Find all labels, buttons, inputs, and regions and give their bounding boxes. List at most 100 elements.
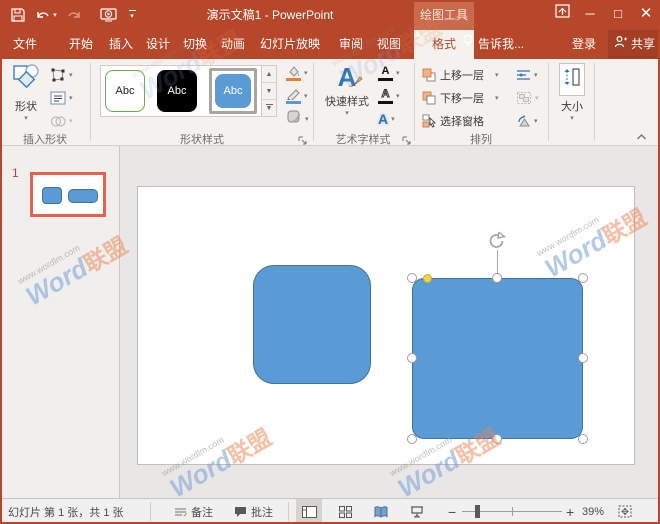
shape-effects-button[interactable]: ▾ [286, 109, 309, 129]
tab-slideshow[interactable]: 幻灯片放映 [252, 30, 328, 59]
resize-handle-bottom-left[interactable] [407, 434, 417, 444]
zoom-slider-thumb[interactable] [475, 505, 480, 518]
fit-to-window-icon [618, 505, 632, 518]
rotate-button[interactable]: ▾ [516, 111, 538, 131]
undo-dropdown-icon[interactable]: ▾ [50, 5, 60, 25]
bring-forward-button[interactable]: 上移一层 ▾ [422, 65, 499, 85]
gallery-down-icon[interactable]: ▼ [262, 83, 276, 100]
shape-fill-button[interactable]: ▾ [286, 63, 308, 83]
window-title: 演示文稿1 - PowerPoint [175, 0, 365, 30]
slideshow-view-button[interactable] [404, 499, 430, 524]
tab-transitions[interactable]: 切换 [174, 30, 216, 59]
tab-review[interactable]: 审阅 [330, 30, 372, 59]
share-label: 共享 [631, 30, 655, 59]
resize-handle-middle-right[interactable] [578, 353, 588, 363]
tab-home[interactable]: 开始 [60, 30, 102, 59]
resize-handle-bottom-middle[interactable] [492, 434, 502, 444]
comments-label: 批注 [251, 504, 273, 520]
fit-to-window-button[interactable] [612, 499, 638, 524]
comments-icon [234, 506, 247, 518]
shape-style-swatch-1[interactable]: Abc [105, 70, 145, 112]
rounded-rectangle-left[interactable] [253, 265, 371, 384]
text-fill-button[interactable]: A ▾ [378, 63, 400, 83]
resize-handle-middle-left[interactable] [407, 353, 417, 363]
collapse-ribbon-icon[interactable] [636, 133, 647, 143]
reading-view-button[interactable] [368, 499, 394, 524]
resize-handle-top-middle[interactable] [492, 273, 502, 283]
text-box-button[interactable]: ▾ [50, 88, 73, 108]
gallery-more-icon[interactable]: ▼ [262, 100, 276, 116]
notes-button[interactable]: 备注 [174, 499, 213, 524]
shape-effects-icon [286, 109, 302, 129]
maximize-icon[interactable]: □ [604, 0, 632, 30]
undo-icon[interactable] [32, 5, 52, 25]
tab-design[interactable]: 设计 [137, 30, 179, 59]
resize-handle-top-right[interactable] [578, 273, 588, 283]
resize-handle-bottom-right[interactable] [578, 434, 588, 444]
send-backward-icon [422, 91, 437, 105]
send-backward-button[interactable]: 下移一层 ▾ [422, 88, 499, 108]
resize-handle-top-left[interactable] [407, 273, 417, 283]
zoom-out-button[interactable]: − [448, 499, 456, 524]
zoom-in-button[interactable]: + [566, 499, 574, 524]
slide-sorter-view-button[interactable] [332, 499, 358, 524]
align-button[interactable]: ▾ [516, 65, 538, 85]
tab-file[interactable]: 文件 [4, 30, 46, 59]
quick-styles-icon: A [338, 63, 357, 91]
size-icon [559, 63, 585, 96]
status-bar: 幻灯片 第 1 张，共 1 张 备注 批注 − + 39% [0, 498, 660, 524]
text-outline-button[interactable]: A ▾ [378, 86, 400, 106]
save-icon[interactable] [8, 5, 28, 25]
quick-styles-label: 快速样式 [325, 93, 369, 109]
normal-view-icon [302, 506, 317, 518]
size-button[interactable]: 大小 ▾ [554, 63, 590, 122]
send-backward-label: 下移一层 [440, 90, 484, 106]
thumbnail-shape-1 [42, 187, 62, 204]
tab-insert[interactable]: 插入 [100, 30, 142, 59]
sign-in-button[interactable]: 登录 [562, 30, 606, 59]
minimize-icon[interactable]: ─ [576, 0, 604, 30]
text-effects-button[interactable]: A ▾ [378, 109, 395, 129]
adjustment-handle[interactable] [423, 274, 432, 283]
slide-counter: 幻灯片 第 1 张，共 1 张 [8, 499, 124, 524]
zoom-level[interactable]: 39% [582, 499, 604, 524]
edit-shape-button[interactable]: ▾ [50, 65, 73, 85]
align-icon [516, 69, 531, 82]
zoom-slider-center-tick [512, 507, 513, 516]
rotation-handle-icon[interactable] [487, 231, 507, 256]
text-box-icon [50, 91, 66, 105]
start-slideshow-icon[interactable] [98, 5, 118, 25]
shape-styles-group-label: 形状样式 [92, 131, 312, 147]
tab-animations[interactable]: 动画 [212, 30, 254, 59]
ribbon-display-options-icon[interactable] [548, 0, 576, 30]
gallery-up-icon[interactable]: ▲ [262, 66, 276, 83]
share-button[interactable]: 共享 [608, 30, 660, 59]
normal-view-button[interactable] [296, 499, 322, 524]
slide-editing-area [120, 146, 660, 500]
comments-button[interactable]: 批注 [234, 499, 273, 524]
size-label: 大小 [561, 98, 583, 114]
selection-pane-label: 选择窗格 [440, 113, 484, 129]
title-bar: ▾ ▾ 演示文稿1 - PowerPoint 绘图工具 ─ □ ✕ [0, 0, 660, 30]
selection-pane-button[interactable]: 选择窗格 [422, 111, 484, 131]
slide-thumbnail[interactable] [30, 172, 106, 217]
selection-pane-icon [422, 114, 437, 128]
shape-style-swatch-selected-frame[interactable]: Abc [209, 68, 257, 114]
shapes-icon [12, 63, 40, 96]
shape-style-swatch-2[interactable]: Abc [157, 70, 197, 112]
tab-view[interactable]: 视图 [368, 30, 410, 59]
slideshow-view-icon [410, 506, 424, 518]
shape-styles-dialog-launcher-icon[interactable] [298, 132, 308, 142]
notes-label: 备注 [191, 504, 213, 520]
close-icon[interactable]: ✕ [632, 0, 660, 30]
quick-styles-button[interactable]: A 快速样式 ▾ [322, 63, 372, 117]
shapes-button[interactable]: 形状 ▾ [6, 63, 46, 122]
wordart-dialog-launcher-icon[interactable] [402, 132, 412, 142]
rounded-rectangle-right-selected[interactable] [412, 278, 583, 439]
contextual-tab-header: 绘图工具 [414, 0, 474, 30]
insert-shapes-group-label: 插入形状 [0, 131, 90, 147]
shape-outline-button[interactable]: ▾ [286, 86, 308, 106]
customize-qat-icon[interactable]: ▾ [126, 5, 138, 25]
slide-thumbnail-panel: 1 [0, 146, 120, 500]
tell-me-box[interactable]: 告诉我... [462, 30, 524, 59]
